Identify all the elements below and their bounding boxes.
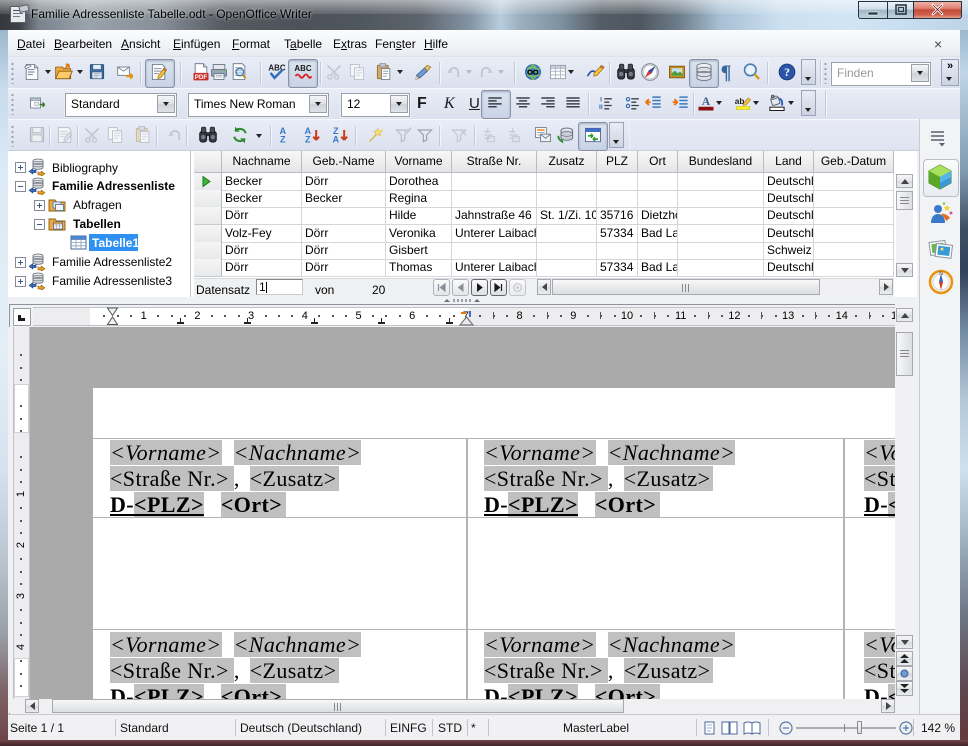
svg-text:I: I: [600, 96, 602, 103]
svg-text:A: A: [333, 135, 340, 145]
svg-text:N: N: [939, 271, 943, 277]
svg-text:ABC: ABC: [294, 64, 311, 73]
svg-text:II: II: [599, 104, 603, 111]
svg-text:A: A: [702, 95, 711, 108]
svg-text:?: ?: [784, 66, 790, 79]
svg-text:ABC: ABC: [268, 63, 285, 72]
svg-text:Z: Z: [305, 135, 311, 145]
svg-text:Z: Z: [280, 135, 286, 145]
svg-text:PDF: PDF: [195, 74, 208, 81]
svg-text:ab: ab: [735, 96, 745, 106]
svg-text:¶: ¶: [721, 62, 732, 82]
